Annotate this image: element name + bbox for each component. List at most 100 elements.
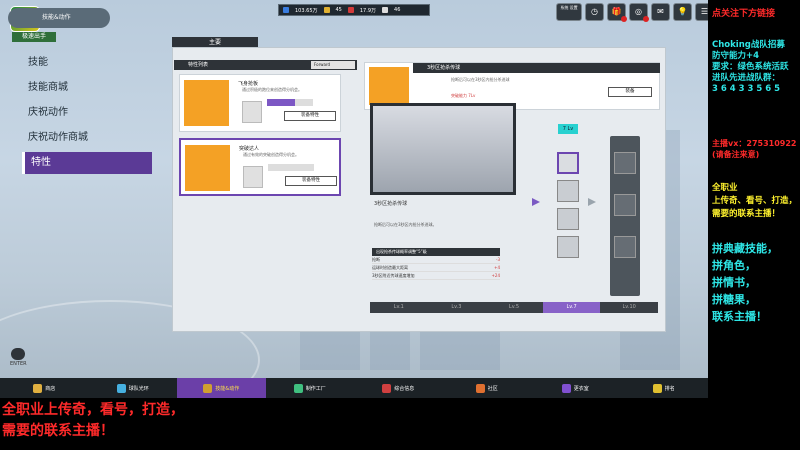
target-icon[interactable]: ◎ xyxy=(629,3,649,22)
chat-icon xyxy=(11,348,26,360)
level-track: Lv.1 Lv.3 Lv.5 Lv.7 Lv.10 xyxy=(370,302,658,313)
upgrade-slot[interactable] xyxy=(557,180,579,202)
nav-skills[interactable]: 技能&动作 xyxy=(177,378,266,398)
equip-trait-button[interactable]: 装备特性 xyxy=(285,176,337,186)
currency-value: 103.65万 xyxy=(295,7,318,14)
nav-label: 社区 xyxy=(487,385,498,392)
nav-locker[interactable]: 更衣室 xyxy=(531,378,620,398)
gift-icon[interactable]: 🎁 xyxy=(607,3,627,22)
skill-icon xyxy=(203,383,213,393)
screen: 技能&动作 极速出手 103.65万 45 17.9万 46 系统 设置 ◷ 🎁… xyxy=(0,0,800,450)
stat-name: 抢断 xyxy=(372,257,380,262)
level-step[interactable]: Lv.1 xyxy=(370,302,428,313)
stat-row: 3秒区附近传球速度增加 +24 xyxy=(372,272,500,280)
sidebar-item-traits[interactable]: 特性 xyxy=(22,152,152,174)
progress-bar xyxy=(268,164,314,171)
nav-label: 综合信息 xyxy=(394,385,415,392)
stream-overlay-bottom: 全职业上传奇，看号，打造， 需要的联系主播！ xyxy=(0,398,708,450)
locked-slot xyxy=(614,152,636,174)
stat-value: -3 xyxy=(496,257,500,262)
upgrade-slot[interactable] xyxy=(557,236,579,258)
top-toolbar: 系统 设置 ◷ 🎁 ◎ ✉ 💡 ☰ xyxy=(556,3,708,22)
nav-factory[interactable]: 制作工厂 xyxy=(266,378,355,398)
system-settings-button[interactable]: 系统 设置 xyxy=(556,3,582,21)
level-step-current[interactable]: Lv.7 xyxy=(542,302,601,313)
gem-icon xyxy=(323,7,330,13)
enter-label: ENTER xyxy=(10,361,27,367)
shop-icon xyxy=(33,383,43,393)
nav-community[interactable]: 社区 xyxy=(443,378,532,398)
sidebar-item-skills[interactable]: 技能 xyxy=(22,52,152,74)
upgrade-slot[interactable] xyxy=(557,208,579,230)
sidebar: 技能 技能商城 庆祝动作 庆祝动作商城 特性 xyxy=(22,52,152,177)
detail-title: 3秒区抢杀传球 xyxy=(413,63,660,73)
sidebar-item-celebrations[interactable]: 庆祝动作 xyxy=(22,102,152,124)
bottom-nav: 商店 球队光环 技能&动作 制作工厂 综合信息 社区 更衣室 排名 xyxy=(0,378,708,398)
locked-slot xyxy=(614,236,636,258)
point-icon xyxy=(382,7,389,13)
nav-info[interactable]: 综合信息 xyxy=(354,378,443,398)
chat-enter[interactable]: ENTER xyxy=(10,348,27,367)
icon-glyph: 🎁 xyxy=(611,7,622,16)
position-select[interactable]: Forward xyxy=(311,61,355,69)
trait-card[interactable]: 飞身抢板 通过积极的跑位来创造得分机会。 装备特性 xyxy=(179,74,341,132)
equip-trait-button[interactable]: 装备特性 xyxy=(284,111,336,121)
detail-desc: 抢断后可以在3秒区内抢分杀进球 xyxy=(451,77,510,82)
overlay-text: 主播vx：275310922 (请备注来意) xyxy=(712,139,797,159)
trait-image xyxy=(369,67,409,105)
level-step[interactable]: Lv.3 xyxy=(428,302,486,313)
unlock-icon[interactable] xyxy=(614,194,636,216)
button-label: 系统 设置 xyxy=(560,5,578,10)
trait-desc: 通过有效的突破创造得分机会。 xyxy=(243,152,299,157)
stream-overlay-right: 点关注下方链接 Choking战队招募 防守能力+4 要求：绿色系统活跃 进队先… xyxy=(708,0,800,450)
level-step[interactable]: Lv.10 xyxy=(600,302,658,313)
lock-icon xyxy=(242,101,262,123)
icon-glyph: ◎ xyxy=(635,7,642,16)
currency-value: 46 xyxy=(394,7,401,13)
upgrade-slot-current[interactable] xyxy=(557,152,579,174)
equip-button[interactable]: 装备 xyxy=(608,87,652,97)
menu-icon[interactable]: ☰ xyxy=(695,3,708,21)
trait-image xyxy=(184,80,229,126)
ticket-icon xyxy=(347,7,354,13)
stats-table: 出现抢杀传球概率调整“5”级 抢断 -3 运球时创造最大距离 +4 3秒区附近传球速… xyxy=(372,248,500,280)
preview-title: 3秒区抢杀传球 xyxy=(374,201,408,207)
nav-team-aura[interactable]: 球队光环 xyxy=(89,378,178,398)
logo-subtitle: 极速出手 xyxy=(12,32,56,42)
aura-icon xyxy=(116,383,126,393)
overlay-text: 全职业 上传奇、看号、打造， 需要的联系主播！ xyxy=(712,183,798,219)
page-title: 技能&动作 xyxy=(8,8,110,28)
trait-card[interactable]: 突破达人 通过有效的突破创造得分机会。 装备特性 xyxy=(179,138,341,196)
nav-label: 更衣室 xyxy=(573,385,589,392)
currency-value: 45 xyxy=(335,7,342,13)
arrow-right-icon xyxy=(588,198,596,206)
trait-image xyxy=(185,145,230,191)
detail-tag: 突破能力 7Lv xyxy=(451,93,476,98)
mail-icon[interactable]: ✉ xyxy=(651,3,670,21)
preview-video[interactable] xyxy=(370,103,516,195)
nav-shop[interactable]: 商店 xyxy=(0,378,89,398)
nav-ranking[interactable]: 排名 xyxy=(620,378,709,398)
stat-row: 抢断 -3 xyxy=(372,256,500,264)
overlay-text: Choking战队招募 防守能力+4 要求：绿色系统活跃 进队先进战队群： 3 … xyxy=(712,40,789,94)
currency-value: 17.9万 xyxy=(359,7,377,14)
game-window: 技能&动作 极速出手 103.65万 45 17.9万 46 系统 设置 ◷ 🎁… xyxy=(0,0,708,400)
overlay-text: 拼典藏技能， 拼角色， 拼情书， 拼糖果， 联系主播！ xyxy=(712,242,778,323)
progress-fill xyxy=(267,99,295,106)
icon-glyph: ☰ xyxy=(700,7,708,16)
sidebar-item-celebration-shop[interactable]: 庆祝动作商城 xyxy=(22,127,152,149)
notification-badge xyxy=(621,16,627,22)
bulb-icon[interactable]: 💡 xyxy=(673,3,692,21)
stat-name: 3秒区附近传球速度增加 xyxy=(372,273,415,278)
level-step[interactable]: Lv.5 xyxy=(485,302,543,313)
sidebar-item-skill-shop[interactable]: 技能商城 xyxy=(22,77,152,99)
trait-name: 突破达人 xyxy=(239,146,260,152)
preview-desc: 抢断后可以在3秒区内抢分杀进球。 xyxy=(374,222,437,227)
trophy-icon xyxy=(652,383,662,393)
locker-icon xyxy=(561,383,571,393)
stat-row: 运球时创造最大距离 +4 xyxy=(372,264,500,272)
factory-icon xyxy=(293,383,303,393)
clock-icon[interactable]: ◷ xyxy=(585,3,604,21)
currency-bar: 103.65万 45 17.9万 46 xyxy=(278,4,430,16)
nav-label: 排名 xyxy=(664,385,675,392)
